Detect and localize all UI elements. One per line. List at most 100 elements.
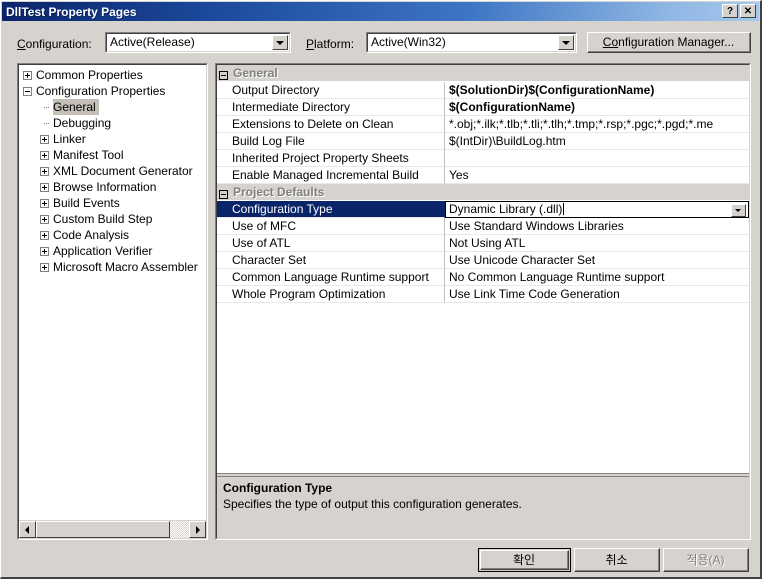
tree-item-label: XML Document Generator	[53, 164, 193, 178]
expand-icon[interactable]	[40, 230, 49, 240]
tree-item[interactable]: Custom Build Step	[19, 211, 206, 227]
tree-item[interactable]: Linker	[19, 131, 206, 147]
property-row[interactable]: Configuration Type Dynamic Library (.dll)	[217, 201, 749, 218]
collapse-icon[interactable]	[219, 189, 228, 199]
tree-horizontal-scrollbar[interactable]	[19, 520, 206, 538]
property-name-cell[interactable]: Character Set	[217, 252, 445, 269]
ok-button-label: 확인	[481, 551, 568, 569]
tree-item[interactable]: Manifest Tool	[19, 147, 206, 163]
configuration-select[interactable]: Active(Release)	[105, 32, 291, 53]
property-value-cell[interactable]: Not Using ATL	[445, 235, 749, 252]
dialog-buttons: 확인 취소 적용(A)	[1, 546, 760, 576]
expand-icon[interactable]	[40, 198, 49, 208]
property-value-cell[interactable]: $(ConfigurationName)	[445, 99, 749, 116]
property-value-cell[interactable]: $(IntDir)\BuildLog.htm	[445, 133, 749, 150]
property-row[interactable]: Build Log File $(IntDir)\BuildLog.htm	[217, 133, 749, 150]
expand-icon[interactable]	[23, 70, 32, 80]
apply-button-label: 적용(A)	[664, 549, 748, 571]
tree-item[interactable]: Configuration Properties	[19, 83, 206, 99]
configuration-manager-button[interactable]: Co nfiguration Manager...	[587, 32, 751, 53]
expand-icon[interactable]	[40, 214, 49, 224]
scrollbar-thumb[interactable]	[36, 521, 170, 538]
expand-icon[interactable]	[40, 262, 49, 272]
property-description-pane: Configuration Type Specifies the type of…	[217, 476, 749, 538]
title-bar: DllTest Property Pages ? ✕	[2, 2, 759, 21]
property-row[interactable]: Character Set Use Unicode Character Set	[217, 252, 749, 269]
property-value-cell[interactable]: Yes	[445, 167, 749, 184]
tree-item-label: Custom Build Step	[53, 212, 153, 226]
scroll-left-icon[interactable]	[19, 521, 36, 538]
ok-button[interactable]: 확인	[478, 548, 571, 572]
tree-item[interactable]: Browse Information	[19, 179, 206, 195]
tree-item[interactable]: Build Events	[19, 195, 206, 211]
property-category-row[interactable]: Project Defaults	[217, 184, 749, 201]
property-row[interactable]: Use of MFC Use Standard Windows Libraries	[217, 218, 749, 235]
text-caret	[563, 203, 565, 215]
property-name-cell[interactable]: Intermediate Directory	[217, 99, 445, 116]
expand-icon[interactable]	[40, 150, 49, 160]
property-name-cell[interactable]: Output Directory	[217, 82, 445, 99]
property-value-cell[interactable]: Use Standard Windows Libraries	[445, 218, 749, 235]
apply-button[interactable]: 적용(A)	[663, 548, 749, 572]
chevron-down-icon[interactable]	[272, 35, 288, 50]
property-grid-rows[interactable]: General Output Directory $(SolutionDir)$(C…	[217, 65, 749, 473]
property-row[interactable]: Common Language Runtime support No Common…	[217, 269, 749, 286]
property-row[interactable]: Intermediate Directory $(ConfigurationNam…	[217, 99, 749, 116]
scrollbar-track[interactable]	[36, 521, 189, 538]
tree-item[interactable]: Application Verifier	[19, 243, 206, 259]
property-pages-dialog: DllTest Property Pages ? ✕ Configuration…	[0, 0, 762, 579]
property-row[interactable]: Output Directory $(SolutionDir)$(Configur…	[217, 82, 749, 99]
tree-item-label: Common Properties	[36, 68, 143, 82]
tree-item[interactable]: General	[19, 99, 206, 115]
chevron-down-icon[interactable]	[731, 204, 746, 217]
property-name-cell[interactable]: Whole Program Optimization	[217, 286, 445, 303]
property-name-cell[interactable]: Configuration Type	[217, 201, 445, 218]
properties-tree-panel: Common Properties Configuration Propertie…	[17, 63, 208, 540]
tree-item-label: Build Events	[53, 196, 120, 210]
close-icon[interactable]: ✕	[740, 4, 756, 18]
property-row[interactable]: Inherited Project Property Sheets	[217, 150, 749, 167]
tree-item[interactable]: Common Properties	[19, 67, 206, 83]
property-value-cell[interactable]	[445, 150, 749, 167]
property-row[interactable]: Enable Managed Incremental Build Yes	[217, 167, 749, 184]
property-name-cell[interactable]: Use of MFC	[217, 218, 445, 235]
properties-tree[interactable]: Common Properties Configuration Propertie…	[19, 67, 206, 520]
property-name-cell[interactable]: Use of ATL	[217, 235, 445, 252]
property-row[interactable]: Extensions to Delete on Clean *.obj;*.ilk…	[217, 116, 749, 133]
help-icon[interactable]: ?	[722, 4, 738, 18]
chevron-down-icon[interactable]	[558, 35, 574, 50]
collapse-icon[interactable]	[23, 86, 32, 96]
cancel-button[interactable]: 취소	[574, 548, 660, 572]
tree-item[interactable]: Debugging	[19, 115, 206, 131]
collapse-icon[interactable]	[219, 70, 228, 80]
property-name-cell[interactable]: Extensions to Delete on Clean	[217, 116, 445, 133]
tree-item[interactable]: Microsoft Macro Assembler	[19, 259, 206, 275]
property-name-cell[interactable]: Common Language Runtime support	[217, 269, 445, 286]
scroll-right-icon[interactable]	[189, 521, 206, 538]
property-value-cell[interactable]: $(SolutionDir)$(ConfigurationName)	[445, 82, 749, 99]
platform-select[interactable]: Active(Win32)	[366, 32, 577, 53]
property-value-cell[interactable]: Use Link Time Code Generation	[445, 286, 749, 303]
property-name-cell[interactable]: Build Log File	[217, 133, 445, 150]
tree-item[interactable]: Code Analysis	[19, 227, 206, 243]
property-name-cell[interactable]: Enable Managed Incremental Build	[217, 167, 445, 184]
title-bar-buttons: ? ✕	[722, 4, 756, 18]
property-value-cell[interactable]: *.obj;*.ilk;*.tlb;*.tli;*.tlh;*.tmp;*.rs…	[445, 116, 749, 133]
tree-item-label: General	[53, 99, 99, 115]
property-row[interactable]: Use of ATL Not Using ATL	[217, 235, 749, 252]
property-value-cell[interactable]: Dynamic Library (.dll)	[445, 201, 749, 218]
tree-item[interactable]: XML Document Generator	[19, 163, 206, 179]
expand-icon[interactable]	[40, 134, 49, 144]
property-row[interactable]: Whole Program Optimization Use Link Time …	[217, 286, 749, 303]
property-category-row[interactable]: General	[217, 65, 749, 82]
configuration-select-value: Active(Release)	[110, 35, 195, 49]
property-name-cell[interactable]: Inherited Project Property Sheets	[217, 150, 445, 167]
expand-icon[interactable]	[40, 246, 49, 256]
properties-tree-inner: Common Properties Configuration Propertie…	[18, 64, 207, 539]
property-value-cell[interactable]: No Common Language Runtime support	[445, 269, 749, 286]
configuration-label: Configuration:	[17, 37, 92, 51]
property-value-cell[interactable]: Use Unicode Character Set	[445, 252, 749, 269]
tree-item-label: Browse Information	[53, 180, 157, 194]
expand-icon[interactable]	[40, 166, 49, 176]
expand-icon[interactable]	[40, 182, 49, 192]
